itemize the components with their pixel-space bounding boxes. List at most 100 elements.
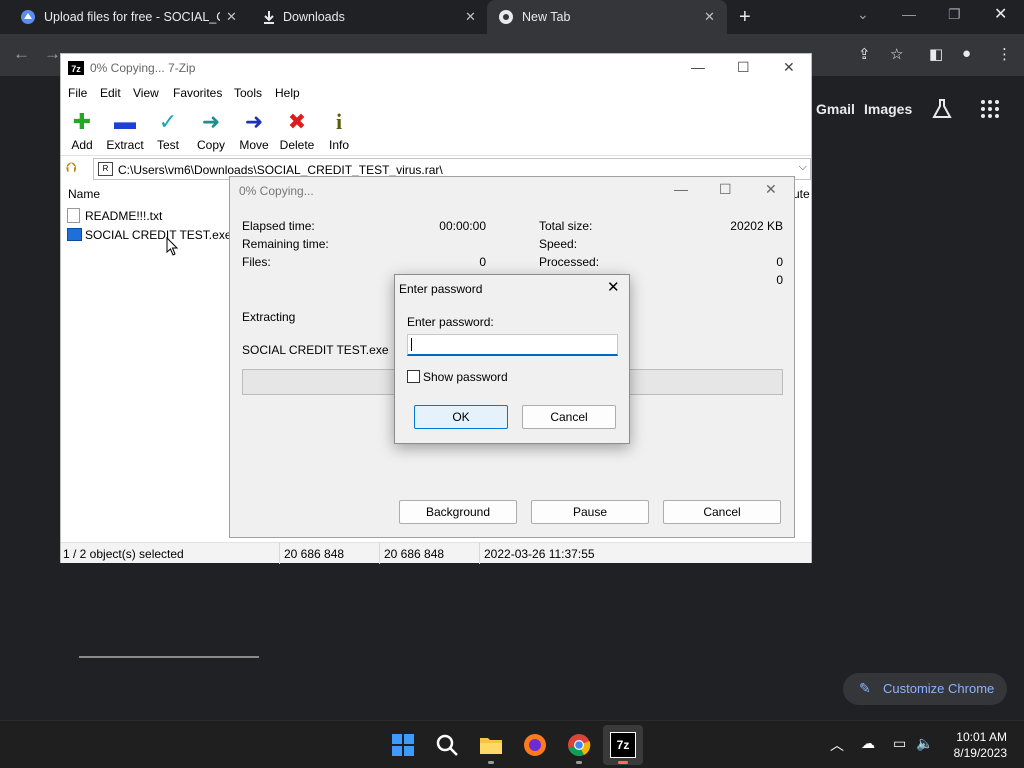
tab-title: Upload files for free - SOCIAL_CR [44, 10, 220, 24]
info-icon: i [335, 109, 343, 134]
network-icon[interactable]: ▭ [893, 735, 906, 752]
new-tab-button[interactable]: + [739, 6, 751, 29]
maximize-icon[interactable]: ☐ [719, 181, 732, 198]
delete-x-icon: ✖ [287, 109, 307, 134]
tab-new-tab[interactable]: New Tab ✕ [487, 0, 727, 34]
file-name: README!!!.txt [85, 209, 163, 223]
horizontal-scrollbar[interactable] [79, 656, 259, 658]
clock-date[interactable]: 8/19/2023 [947, 746, 1007, 760]
running-indicator [618, 761, 628, 764]
customize-chrome-button[interactable]: ✎ Customize Chrome [843, 673, 1007, 705]
close-icon[interactable]: ✕ [704, 9, 715, 25]
close-icon[interactable]: ✕ [465, 9, 476, 25]
volume-icon[interactable]: 🔈 [916, 735, 933, 752]
back-button[interactable]: ← [13, 44, 30, 64]
gmail-link[interactable]: Gmail [816, 101, 855, 117]
tab-upload-files[interactable]: Upload files for free - SOCIAL_CR ✕ [0, 0, 245, 34]
windows-start-icon[interactable] [390, 732, 416, 758]
maximize-icon[interactable]: ☐ [737, 59, 750, 76]
text-file-icon [67, 208, 80, 223]
forward-button[interactable]: → [44, 44, 61, 64]
customize-chrome-label: Customize Chrome [883, 681, 995, 696]
bookmark-star-icon[interactable]: ☆ [890, 45, 903, 63]
move-label: Move [239, 138, 269, 152]
total-size-label: Total size: [539, 219, 593, 233]
chevron-up-icon[interactable]: ︿ [830, 735, 844, 755]
menu-file[interactable]: File [68, 86, 87, 100]
add-label: Add [71, 138, 93, 152]
share-icon[interactable]: ⇪ [858, 45, 871, 63]
status-modified: 2022-03-26 11:37:55 [484, 547, 595, 561]
add-button[interactable]: ✚ Add [59, 108, 105, 154]
tab-search-icon[interactable]: ⌄ [857, 6, 869, 23]
status-bar: 1 / 2 object(s) selected 20 686 848 20 6… [61, 542, 811, 564]
cancel-button[interactable]: Cancel [663, 500, 781, 524]
column-header-name[interactable]: Name [68, 187, 100, 201]
close-icon[interactable]: ✕ [226, 9, 237, 25]
menu-view[interactable]: View [133, 86, 159, 100]
minimize-icon[interactable]: — [674, 181, 688, 197]
status-selection: 1 / 2 object(s) selected [63, 547, 184, 561]
pause-button[interactable]: Pause [531, 500, 649, 524]
remaining-time-label: Remaining time: [242, 237, 329, 251]
background-button[interactable]: Background [399, 500, 517, 524]
labs-flask-icon[interactable] [931, 98, 953, 120]
menu-help[interactable]: Help [275, 86, 300, 100]
dialog-title: Enter password [399, 282, 483, 296]
add-plus-icon: ✚ [72, 109, 92, 134]
chrome-taskbar-icon[interactable] [566, 732, 592, 758]
folder-up-icon[interactable]: ⮉ [66, 159, 84, 177]
file-name: SOCIAL CREDIT TEST.exe [85, 228, 232, 242]
menu-edit[interactable]: Edit [100, 86, 121, 100]
close-window-icon[interactable]: ✕ [994, 4, 1007, 24]
file-explorer-icon[interactable] [478, 732, 504, 758]
test-button[interactable]: ✓ Test [145, 108, 191, 154]
files-label: Files: [242, 255, 271, 269]
side-panel-icon[interactable]: ◧ [929, 45, 943, 63]
current-file-label: SOCIAL CREDIT TEST.exe [242, 343, 389, 357]
compressed-value: 0 [776, 273, 783, 287]
show-password-label[interactable]: Show password [423, 370, 508, 384]
menu-tools[interactable]: Tools [234, 86, 262, 100]
extract-button[interactable]: ▬ Extract [102, 108, 148, 154]
column-header-attributes[interactable]: ute [793, 187, 810, 201]
extract-label: Extract [106, 138, 144, 152]
delete-button[interactable]: ✖ Delete [274, 108, 320, 154]
close-icon[interactable]: ✕ [783, 59, 795, 76]
move-button[interactable]: ➜ Move [231, 108, 277, 154]
7zip-taskbar-icon[interactable]: 7z [610, 732, 636, 758]
chevron-down-icon[interactable]: ⌵ [799, 161, 807, 174]
password-input[interactable] [407, 334, 618, 356]
restore-icon[interactable]: ❐ [948, 6, 961, 23]
info-button[interactable]: i Info [316, 108, 362, 154]
processed-value: 0 [776, 255, 783, 269]
images-link[interactable]: Images [864, 101, 912, 117]
processed-label: Processed: [539, 255, 600, 269]
onedrive-icon[interactable]: ☁ [861, 735, 875, 752]
minimize-icon[interactable]: — [691, 59, 705, 75]
status-size: 20 686 848 [284, 547, 345, 561]
chrome-menu-icon[interactable]: ⋮ [997, 45, 1012, 63]
browser-tab-strip: Upload files for free - SOCIAL_CR ✕ Down… [0, 0, 1024, 34]
menu-favorites[interactable]: Favorites [173, 86, 222, 100]
firefox-icon[interactable] [522, 732, 548, 758]
search-icon[interactable] [434, 732, 460, 758]
copy-button[interactable]: ➜ Copy [188, 108, 234, 154]
minimize-icon[interactable]: — [902, 6, 916, 22]
total-size-value: 20202 KB [730, 219, 783, 233]
7zip-titlebar[interactable]: 7z 0% Copying... 7-Zip — ☐ ✕ [61, 54, 811, 83]
close-icon[interactable]: ✕ [765, 181, 777, 198]
tab-downloads[interactable]: Downloads ✕ [245, 0, 487, 34]
elapsed-time-value: 00:00:00 [439, 219, 486, 233]
ok-button[interactable]: OK [414, 405, 508, 429]
speed-label: Speed: [539, 237, 578, 251]
close-icon[interactable]: ✕ [607, 278, 620, 296]
mouse-cursor-icon [166, 237, 179, 256]
cancel-button[interactable]: Cancel [522, 405, 616, 429]
rar-archive-icon: R [98, 162, 113, 176]
password-label: Enter password: [407, 315, 494, 329]
clock-time[interactable]: 10:01 AM [949, 730, 1007, 744]
google-apps-icon[interactable] [981, 100, 999, 118]
show-password-checkbox[interactable] [407, 370, 420, 383]
profile-icon[interactable]: ● [962, 45, 971, 62]
